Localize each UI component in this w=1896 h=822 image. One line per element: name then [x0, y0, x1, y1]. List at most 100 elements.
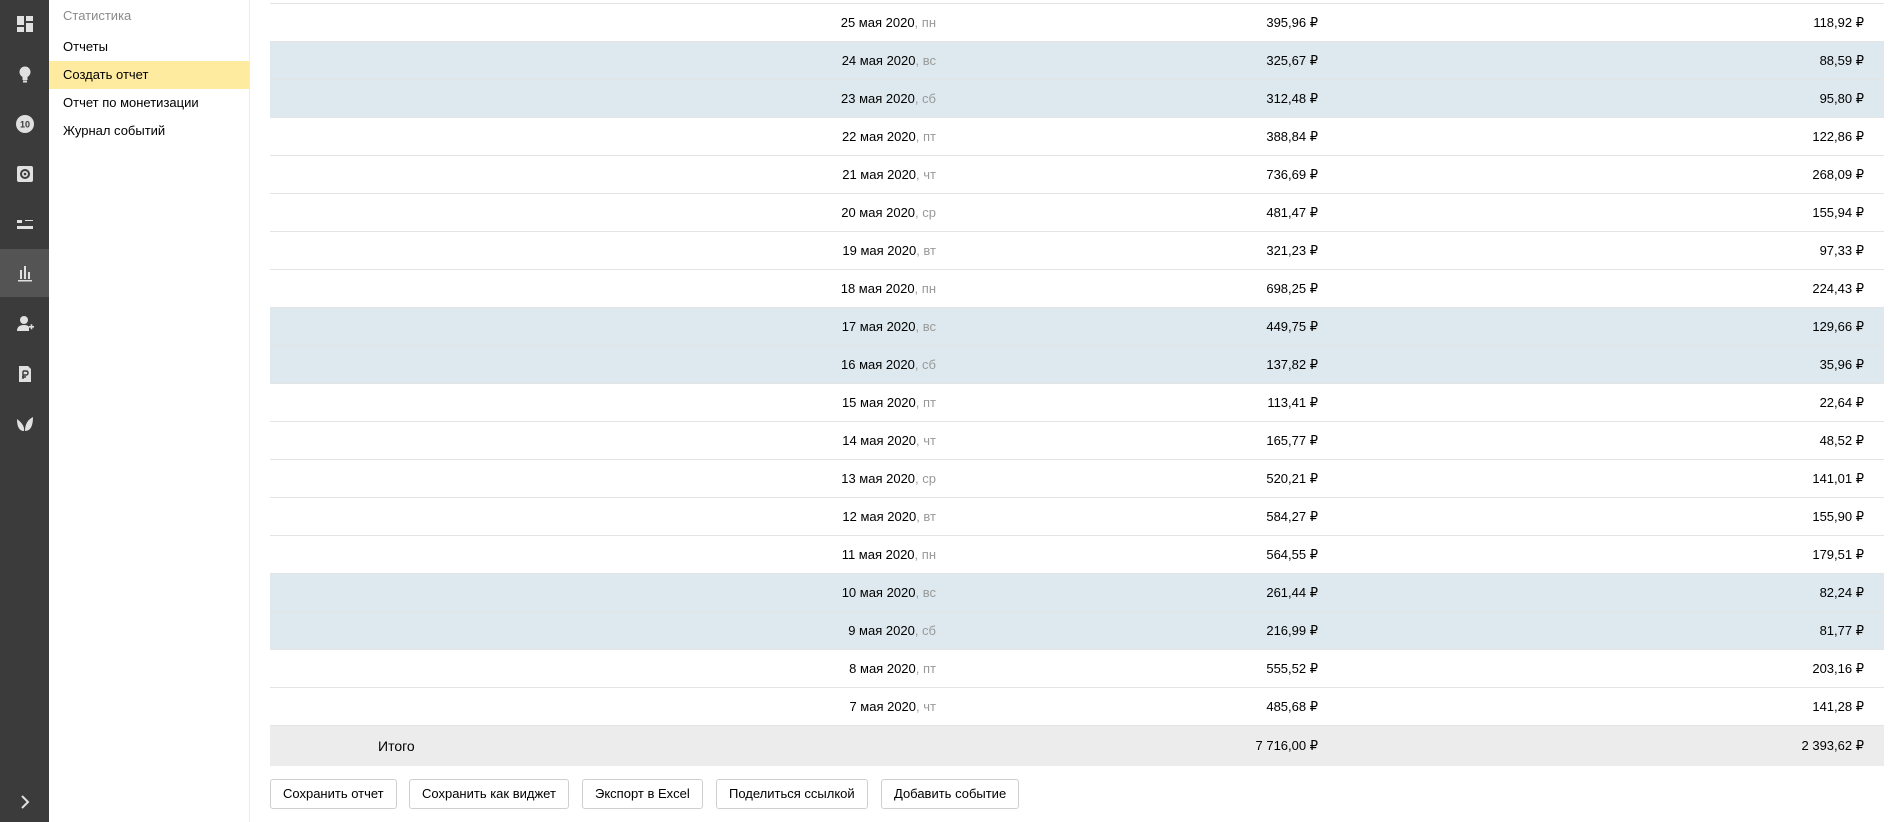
row-date-text: 24 мая 2020 [841, 53, 916, 68]
row-revenue: 584,27 ₽ [1266, 509, 1318, 524]
row-revenue: 388,84 ₽ [1266, 129, 1318, 144]
sidebar-item-monetization-report[interactable]: Отчет по монетизации [49, 89, 249, 117]
total-label: Итого [378, 738, 415, 754]
row-income: 118,92 ₽ [1813, 15, 1864, 30]
row-date-text: 12 мая 2020 [842, 509, 917, 524]
table-row: 25 мая 2020, пн 395,96 ₽ 118,92 ₽ [270, 4, 1884, 42]
table-row: 11 мая 2020, пн 564,55 ₽ 179,51 ₽ [270, 536, 1884, 574]
leaf-icon[interactable] [0, 400, 49, 448]
row-weekday: вт [923, 243, 936, 258]
row-income: 155,90 ₽ [1812, 509, 1864, 524]
save-as-widget-button[interactable]: Сохранить как виджет [409, 779, 569, 809]
row-date: 24 мая 2020, вс [842, 42, 936, 79]
row-date-separator: , [915, 129, 923, 144]
table-row: 13 мая 2020, ср 520,21 ₽ 141,01 ₽ [270, 460, 1884, 498]
row-revenue: 113,41 ₽ [1267, 395, 1318, 410]
sidebar-item-create-report[interactable]: Создать отчет [49, 61, 249, 89]
row-income: 95,80 ₽ [1819, 91, 1864, 106]
row-revenue: 261,44 ₽ [1266, 585, 1318, 600]
row-date-separator: , [914, 623, 923, 638]
row-date: 25 мая 2020, пн [841, 4, 936, 41]
total-row: Итого 7 716,00 ₽ 2 393,62 ₽ [270, 726, 1884, 766]
table-row: 18 мая 2020, пн 698,25 ₽ 224,43 ₽ [270, 270, 1884, 308]
row-income: 97,33 ₽ [1819, 243, 1864, 258]
row-date: 8 мая 2020, пт [849, 650, 936, 687]
table-row: 22 мая 2020, пт 388,84 ₽ 122,86 ₽ [270, 118, 1884, 156]
row-income: 224,43 ₽ [1812, 281, 1864, 296]
bar-chart-icon[interactable] [0, 249, 49, 297]
ruble-document-icon[interactable] [0, 350, 49, 398]
gear-icon[interactable] [0, 150, 49, 198]
row-revenue: 485,68 ₽ [1266, 699, 1318, 714]
row-weekday: пт [923, 395, 936, 410]
row-date-text: 8 мая 2020 [849, 661, 916, 676]
total-revenue: 7 716,00 ₽ [1255, 738, 1319, 753]
row-date: 14 мая 2020, чт [842, 422, 936, 459]
row-income: 141,01 ₽ [1812, 471, 1864, 486]
row-date-text: 9 мая 2020 [848, 623, 915, 638]
badge-number-text: 10 [19, 120, 29, 130]
row-date: 19 мая 2020, вт [842, 232, 936, 269]
row-date-text: 15 мая 2020 [841, 395, 916, 410]
sidebar-item-event-log[interactable]: Журнал событий [49, 117, 249, 145]
row-revenue: 321,23 ₽ [1266, 243, 1318, 258]
row-income: 155,94 ₽ [1812, 205, 1864, 220]
row-date: 12 мая 2020, вт [842, 498, 936, 535]
row-income: 22,64 ₽ [1819, 395, 1864, 410]
table-row: 9 мая 2020, сб 216,99 ₽ 81,77 ₽ [270, 612, 1884, 650]
add-event-button[interactable]: Добавить событие [881, 779, 1020, 809]
row-date: 17 мая 2020, вс [842, 308, 936, 345]
row-weekday: пн [921, 547, 936, 562]
row-date: 16 мая 2020, сб [841, 346, 936, 383]
row-revenue: 137,82 ₽ [1266, 357, 1318, 372]
row-revenue: 698,25 ₽ [1266, 281, 1318, 296]
row-weekday: пт [923, 129, 936, 144]
row-weekday: пн [921, 281, 936, 296]
row-weekday: пн [921, 15, 936, 30]
row-income: 203,16 ₽ [1812, 661, 1864, 676]
save-report-button[interactable]: Сохранить отчет [270, 779, 397, 809]
row-income: 35,96 ₽ [1819, 357, 1864, 372]
table-row: 15 мая 2020, пт 113,41 ₽ 22,64 ₽ [270, 384, 1884, 422]
sliders-icon[interactable] [0, 200, 49, 248]
chevron-right-icon[interactable] [0, 782, 49, 822]
dashboard-icon[interactable] [0, 0, 49, 48]
row-weekday: ср [922, 205, 936, 220]
row-date: 21 мая 2020, чт [842, 156, 936, 193]
row-date-separator: , [915, 395, 923, 410]
lightbulb-icon[interactable] [0, 50, 49, 98]
row-date: 23 мая 2020, сб [841, 80, 936, 117]
row-weekday: вс [922, 585, 936, 600]
row-revenue: 216,99 ₽ [1266, 623, 1318, 638]
row-date: 18 мая 2020, пн [841, 270, 936, 307]
sidebar-item-reports[interactable]: Отчеты [49, 33, 249, 61]
row-date-separator: , [915, 319, 923, 334]
table-row: 7 мая 2020, чт 485,68 ₽ 141,28 ₽ [270, 688, 1884, 726]
row-income: 81,77 ₽ [1819, 623, 1864, 638]
share-link-button[interactable]: Поделиться ссылкой [716, 779, 868, 809]
row-income: 268,09 ₽ [1812, 167, 1864, 182]
number-10-badge-icon[interactable]: 10 [0, 100, 49, 148]
icon-rail: 10 [0, 0, 49, 822]
total-income: 2 393,62 ₽ [1801, 738, 1865, 753]
row-income: 141,28 ₽ [1812, 699, 1864, 714]
table-row: 21 мая 2020, чт 736,69 ₽ 268,09 ₽ [270, 156, 1884, 194]
table-row: 8 мая 2020, пт 555,52 ₽ 203,16 ₽ [270, 650, 1884, 688]
row-date: 9 мая 2020, сб [848, 612, 936, 649]
user-add-icon[interactable] [0, 300, 49, 348]
export-excel-button[interactable]: Экспорт в Excel [582, 779, 703, 809]
row-date-text: 22 мая 2020 [841, 129, 916, 144]
row-weekday: сб [922, 91, 936, 106]
table-row: 14 мая 2020, чт 165,77 ₽ 48,52 ₽ [270, 422, 1884, 460]
row-date-text: 11 мая 2020 [841, 547, 915, 562]
row-revenue: 449,75 ₽ [1266, 319, 1318, 334]
row-date-text: 13 мая 2020 [841, 471, 916, 486]
row-date: 10 мая 2020, вс [842, 574, 936, 611]
row-date-text: 20 мая 2020 [841, 205, 916, 220]
row-revenue: 395,96 ₽ [1266, 15, 1318, 30]
row-revenue: 736,69 ₽ [1266, 167, 1318, 182]
row-date-text: 17 мая 2020 [841, 319, 916, 334]
statistics-sidebar: Статистика Отчеты Создать отчет Отчет по… [49, 0, 250, 822]
row-date-separator: , [915, 661, 923, 676]
row-date-separator: , [914, 15, 922, 30]
